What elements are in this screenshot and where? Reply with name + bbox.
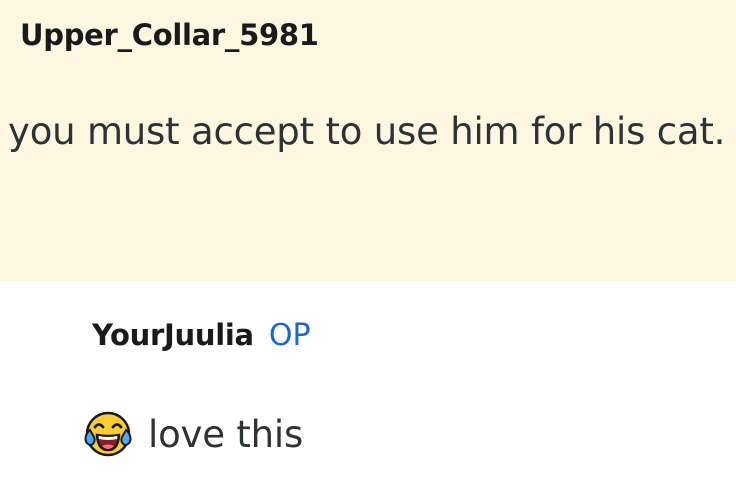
reply-body: love this	[84, 410, 303, 458]
reply-text: love this	[148, 412, 304, 456]
comment-text: you must accept to use him for his cat.	[8, 110, 726, 153]
comment-author[interactable]: Upper_Collar_5981	[20, 18, 319, 52]
highlighted-comment: Upper_Collar_5981 you must accept to use…	[0, 0, 736, 281]
reply-header: YourJuulia OP	[92, 318, 311, 353]
tears-of-joy-emoji-icon	[84, 410, 132, 458]
reply-author[interactable]: YourJuulia	[92, 318, 254, 352]
op-badge: OP	[268, 318, 311, 353]
